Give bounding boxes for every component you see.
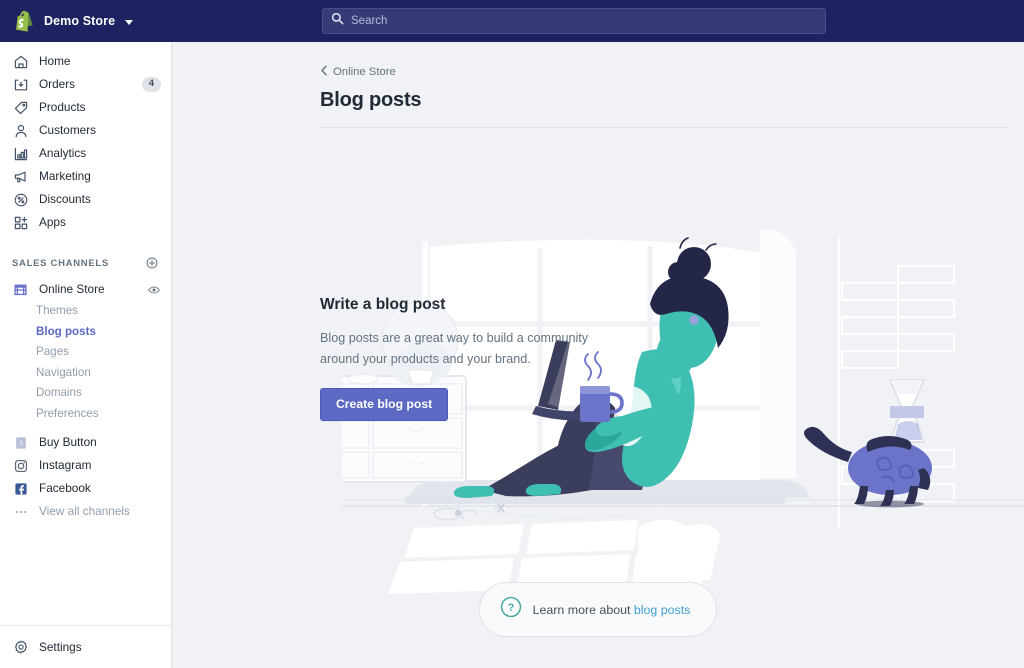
sidebar-item-label: Facebook — [39, 481, 91, 495]
sidebar-subitem-label: Navigation — [36, 365, 91, 379]
sidebar-item-discounts[interactable]: Discounts — [0, 188, 171, 211]
empty-state-body: Blog posts are a great way to build a co… — [320, 331, 589, 366]
ellipsis-icon — [12, 503, 29, 520]
sidebar-subitem-label: Domains — [36, 386, 82, 399]
main-content: Online Store Blog posts Write a blog pos… — [172, 42, 1024, 668]
top-bar: Demo Store — [0, 0, 1024, 42]
sidebar-item-settings[interactable]: Settings — [0, 625, 171, 668]
sidebar-item-navigation[interactable]: Navigation — [0, 363, 171, 384]
orders-count-badge: 4 — [141, 77, 161, 92]
sidebar-item-home[interactable]: Home — [0, 50, 171, 73]
empty-state-copy: Write a blog post Blog posts are a great… — [320, 296, 600, 421]
sidebar-item-products[interactable]: Products — [0, 96, 171, 119]
search-input[interactable] — [351, 9, 817, 33]
online-store-icon — [12, 281, 29, 298]
sidebar-item-analytics[interactable]: Analytics — [0, 142, 171, 165]
instagram-icon — [12, 457, 29, 474]
chevron-left-icon — [320, 63, 328, 81]
sidebar-item-label: Marketing — [39, 169, 91, 183]
sidebar-item-buy-button[interactable]: S Buy Button — [0, 431, 171, 454]
sidebar-item-customers[interactable]: Customers — [0, 119, 171, 142]
search-bar[interactable] — [322, 8, 826, 34]
sidebar-item-label: Analytics — [39, 146, 87, 160]
breadcrumb[interactable]: Online Store — [320, 63, 396, 81]
page-title: Blog posts — [320, 89, 422, 111]
sidebar-subitem-label: Preferences — [36, 406, 99, 420]
sidebar-item-label: Discounts — [39, 192, 91, 206]
sidebar-item-facebook[interactable]: Facebook — [0, 477, 171, 500]
sidebar-item-label: Products — [39, 100, 86, 114]
products-tag-icon — [12, 99, 29, 116]
learn-more-pill[interactable]: ? Learn more about blog posts — [478, 582, 718, 637]
store-name: Demo Store — [44, 14, 116, 28]
sidebar-item-blog-posts[interactable]: Blog posts — [0, 322, 171, 343]
sidebar-item-orders[interactable]: Orders 4 — [0, 73, 171, 96]
breadcrumb-label: Online Store — [333, 66, 396, 78]
sidebar-item-view-all-channels[interactable]: View all channels — [0, 500, 171, 523]
help-link[interactable]: blog posts — [634, 603, 690, 617]
search-icon — [331, 12, 344, 30]
buy-button-icon: S — [12, 434, 29, 451]
home-icon — [12, 53, 29, 70]
chevron-down-icon — [125, 19, 134, 25]
sidebar-item-label: Online Store — [39, 282, 105, 296]
question-circle-icon: ? — [500, 596, 522, 623]
apps-grid-icon — [12, 214, 29, 231]
sidebar-item-label: Orders — [39, 77, 76, 91]
sales-channels-header: SALES CHANNELS — [0, 252, 171, 274]
orders-icon — [12, 76, 29, 93]
sidebar-item-label: View all channels — [39, 504, 130, 518]
help-bar: ? Learn more about blog posts — [172, 582, 1024, 637]
online-store-subnav: Themes Blog posts Pages Navigation Domai… — [0, 301, 171, 424]
sidebar-item-domains[interactable]: Domains — [0, 383, 171, 404]
svg-text:S: S — [19, 439, 23, 447]
sidebar-subitem-label: Blog posts — [36, 324, 96, 338]
sidebar-item-label: Instagram — [39, 458, 92, 472]
sidebar-item-themes[interactable]: Themes — [0, 301, 171, 322]
sidebar-item-pages[interactable]: Pages — [0, 342, 171, 363]
woman-on-window-sill-with-laptop-illustration — [342, 228, 1024, 618]
help-text: Learn more about blog posts — [533, 603, 691, 617]
help-text-prefix: Learn more about — [532, 602, 634, 617]
empty-state-heading: Write a blog post — [320, 296, 446, 313]
sidebar-item-marketing[interactable]: Marketing — [0, 165, 171, 188]
sidebar-item-online-store[interactable]: Online Store — [0, 278, 171, 301]
sidebar-item-apps[interactable]: Apps — [0, 211, 171, 234]
analytics-bars-icon — [12, 145, 29, 162]
customers-person-icon — [12, 122, 29, 139]
create-blog-post-button[interactable]: Create blog post — [320, 388, 449, 421]
store-switcher[interactable]: Demo Store — [0, 0, 147, 42]
sidebar-item-label: Apps — [39, 215, 66, 229]
sidebar: Home Orders 4 Products Customers Analyti… — [0, 42, 172, 668]
primary-nav: Home Orders 4 Products Customers Analyti… — [0, 42, 171, 234]
eye-icon[interactable] — [146, 282, 161, 297]
sidebar-subitem-label: Themes — [36, 304, 78, 317]
shopify-bag-icon — [14, 10, 35, 33]
sidebar-subitem-label: Pages — [36, 345, 69, 358]
sidebar-item-label: Buy Button — [39, 435, 97, 449]
discounts-percent-icon — [12, 191, 29, 208]
gear-icon — [12, 639, 29, 656]
sales-channels-title: SALES CHANNELS — [12, 257, 109, 269]
svg-text:?: ? — [507, 602, 514, 614]
facebook-icon — [12, 480, 29, 497]
sidebar-item-preferences[interactable]: Preferences — [0, 404, 171, 425]
marketing-megaphone-icon — [12, 168, 29, 185]
plus-circle-icon[interactable] — [144, 256, 159, 271]
empty-state: Write a blog post Blog posts are a great… — [172, 128, 1024, 594]
sidebar-item-instagram[interactable]: Instagram — [0, 454, 171, 477]
sidebar-item-label: Home — [39, 54, 71, 68]
sidebar-item-label: Customers — [39, 123, 97, 137]
sidebar-item-label: Settings — [39, 640, 82, 654]
